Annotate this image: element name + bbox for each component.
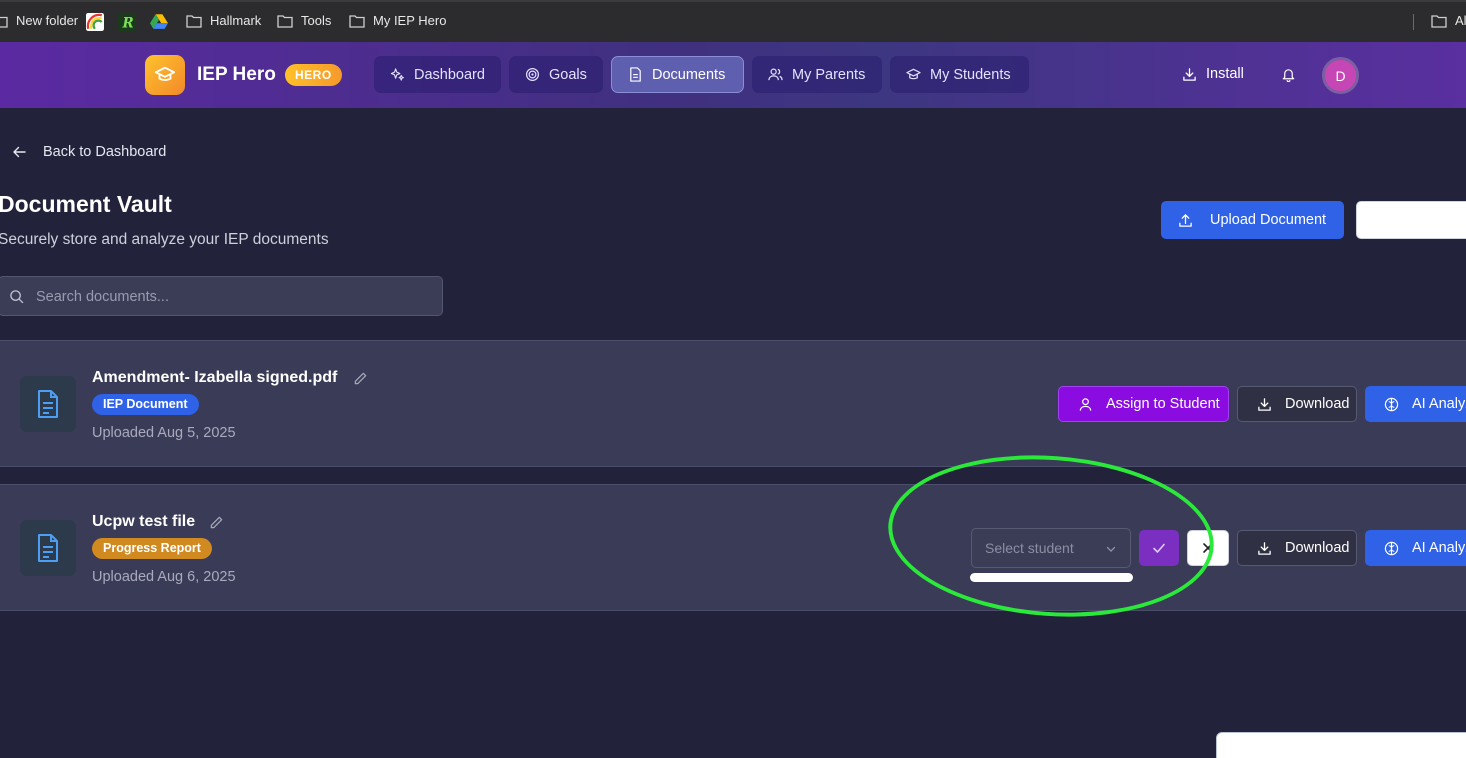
search-field[interactable]: [0, 276, 443, 316]
confirm-assign-button[interactable]: [1139, 530, 1179, 566]
student-select-value: Select student: [985, 540, 1074, 556]
folder-icon: [349, 14, 365, 28]
arrow-left-icon: [13, 146, 26, 158]
page-title: Document Vault: [0, 191, 172, 217]
graduation-cap-icon: [154, 66, 176, 81]
upload-date: Uploaded Aug 5, 2025: [92, 425, 236, 441]
ai-analyze-label: AI Analyze: [1412, 540, 1466, 556]
r-logo-icon: R: [118, 13, 136, 31]
bookmark-new-folder[interactable]: New folder: [0, 13, 78, 28]
check-icon: [1153, 543, 1165, 553]
nav-goals[interactable]: Goals: [509, 56, 603, 93]
folder-icon: [277, 14, 293, 28]
nav-my-parents[interactable]: My Parents: [752, 56, 882, 93]
install-button[interactable]: Install: [1182, 66, 1244, 82]
nav-documents[interactable]: Documents: [611, 56, 744, 93]
bookmark-tools[interactable]: Tools: [277, 13, 331, 28]
assign-label: Assign to Student: [1106, 396, 1220, 412]
document-icon: [630, 67, 641, 82]
pencil-icon[interactable]: [209, 515, 224, 530]
user-icon: [1079, 397, 1092, 411]
brand-name: IEP Hero: [197, 64, 276, 85]
bookmark-drive[interactable]: [150, 13, 168, 29]
page-subtitle: Securely store and analyze your IEP docu…: [0, 231, 329, 248]
upload-document-button[interactable]: Upload Document: [1161, 201, 1344, 239]
document-type-badge: Progress Report: [92, 538, 212, 559]
upload-date: Uploaded Aug 6, 2025: [92, 569, 236, 585]
pencil-icon[interactable]: [353, 371, 368, 386]
upload-label: Upload Document: [1210, 212, 1327, 228]
user-avatar[interactable]: D: [1322, 57, 1359, 94]
nav-my-students[interactable]: My Students: [890, 56, 1029, 93]
users-icon: [768, 68, 783, 81]
horizontal-scrollbar[interactable]: [970, 573, 1133, 582]
document-card: Amendment- Izabella signed.pdf IEP Docum…: [0, 340, 1466, 467]
ai-analyze-button[interactable]: AI Analyze: [1365, 386, 1466, 422]
app-logo[interactable]: [145, 55, 185, 95]
folder-icon: [186, 14, 202, 28]
download-label: Download: [1285, 396, 1350, 412]
folder-icon: [0, 16, 8, 28]
nav-label: Documents: [652, 66, 726, 83]
bookmark-label: My IEP Hero: [373, 13, 447, 28]
cancel-assign-button[interactable]: [1187, 530, 1229, 566]
download-button[interactable]: Download: [1237, 530, 1357, 566]
tab-strip-edge: [0, 0, 1466, 2]
bookmark-rainbow[interactable]: [86, 13, 104, 31]
document-card: Ucpw test file Progress Report Uploaded …: [0, 484, 1466, 611]
student-select[interactable]: Select student: [971, 528, 1131, 568]
bookmark-all[interactable]: Al: [1431, 13, 1466, 28]
upload-icon: [1179, 213, 1192, 227]
chevron-down-icon: [1106, 546, 1116, 552]
close-icon: [1203, 543, 1213, 553]
document-name: Amendment- Izabella signed.pdf: [92, 369, 338, 386]
secondary-action-button[interactable]: [1356, 201, 1466, 239]
ai-analyze-button[interactable]: AI Analyze: [1365, 530, 1466, 566]
bookmarks-bar: New folder R Hallmark Tools My IEP Hero …: [0, 0, 1466, 42]
bookmark-label: New folder: [16, 13, 79, 28]
download-icon: [1258, 397, 1271, 411]
download-icon: [1258, 541, 1271, 555]
drive-icon: [150, 14, 168, 29]
bookmark-label: Tools: [301, 13, 332, 28]
file-text-icon: [20, 376, 76, 432]
rainbow-icon: [86, 13, 104, 31]
nav-dashboard[interactable]: Dashboard: [374, 56, 501, 93]
brain-icon: [1384, 541, 1399, 555]
bookmark-hallmark[interactable]: Hallmark: [186, 13, 261, 28]
document-name: Ucpw test file: [92, 513, 196, 530]
svg-text:R: R: [122, 16, 134, 31]
folder-icon: [1431, 14, 1447, 28]
back-to-dashboard-link[interactable]: Back to Dashboard: [12, 144, 166, 160]
toast-panel: [1216, 732, 1466, 758]
file-text-icon: [20, 520, 76, 576]
notifications-button[interactable]: [1281, 67, 1296, 87]
nav-label: My Students: [930, 66, 1011, 83]
install-label: Install: [1206, 66, 1244, 82]
nav-label: My Parents: [792, 66, 866, 83]
document-type-badge: IEP Document: [92, 394, 199, 415]
app-header: IEP Hero HERO Dashboard Goals Documents …: [0, 42, 1466, 108]
nav-label: Dashboard: [414, 66, 485, 83]
bookmarks-separator: [1413, 14, 1414, 30]
target-icon: [525, 67, 540, 82]
back-label: Back to Dashboard: [43, 144, 167, 160]
assign-to-student-button[interactable]: Assign to Student: [1058, 386, 1229, 422]
nav-label: Goals: [549, 66, 587, 83]
bookmark-my-iep-hero[interactable]: My IEP Hero: [349, 13, 446, 28]
download-icon: [1183, 67, 1196, 81]
search-icon: [10, 290, 24, 304]
ai-analyze-label: AI Analyze: [1412, 396, 1466, 412]
download-label: Download: [1285, 540, 1350, 556]
bookmark-r-logo[interactable]: R: [118, 13, 136, 31]
hero-badge: HERO: [285, 64, 342, 86]
search-input[interactable]: [36, 287, 426, 307]
bookmark-label: Al: [1455, 13, 1466, 28]
bell-icon: [1282, 69, 1295, 83]
brain-icon: [1384, 397, 1399, 411]
sparkles-icon: [390, 68, 404, 81]
download-button[interactable]: Download: [1237, 386, 1357, 422]
graduation-cap-icon: [906, 68, 921, 80]
bookmark-label: Hallmark: [210, 13, 262, 28]
